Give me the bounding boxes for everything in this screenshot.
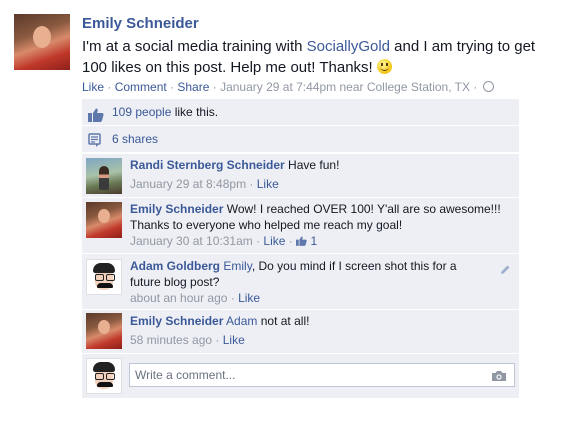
comment-like-count[interactable]: 1 — [296, 234, 317, 248]
separator: · — [166, 80, 178, 94]
post-text-part: I'm at a social media training with — [82, 38, 307, 55]
comment-post-link[interactable]: Comment — [115, 80, 167, 94]
likes-suffix: like this. — [171, 105, 219, 119]
sociallygold-page-link[interactable]: SociallyGold — [307, 38, 390, 55]
pencil-icon[interactable] — [500, 264, 511, 278]
comment-input[interactable] — [129, 363, 515, 387]
mention-link[interactable]: Adam — [226, 314, 257, 328]
commenter-avatar[interactable] — [86, 313, 122, 349]
post-text: I'm at a social media training with Soci… — [82, 36, 542, 78]
mention-link[interactable]: Emily — [223, 259, 251, 273]
comment-meta: 58 minutes ago · Like — [130, 333, 245, 347]
post-actions-bar: Like · Comment · Share · January 29 at 7… — [82, 80, 494, 94]
separator: · — [104, 80, 115, 94]
smiley-icon — [376, 59, 392, 74]
comment-body: Emily Schneider Adam not at all! 58 minu… — [130, 313, 510, 348]
commenter-avatar[interactable] — [86, 202, 122, 238]
commenter-name[interactable]: Emily Schneider — [130, 314, 223, 328]
likes-count-link[interactable]: 109 people — [112, 105, 171, 119]
comment-time[interactable]: January 30 at 10:31am — [130, 234, 253, 248]
author-avatar[interactable] — [14, 14, 70, 70]
comment-item: Emily Schneider Wow! I reached OVER 100!… — [82, 197, 519, 253]
camera-icon[interactable] — [491, 369, 507, 387]
comment-meta: about an hour ago · Like — [130, 291, 261, 305]
comment-like-link[interactable]: Like — [257, 177, 279, 191]
likes-text: 109 people like this. — [112, 99, 218, 125]
thumbs-up-icon — [296, 236, 307, 246]
commenter-name[interactable]: Adam Goldberg — [130, 259, 220, 273]
feedback-panel: 109 people like this. 6 shares Randi Ste… — [82, 99, 519, 398]
comment-item: Emily Schneider Adam not at all! 58 minu… — [82, 309, 519, 353]
shares-link[interactable]: 6 shares — [112, 126, 158, 152]
comment-body: Randi Sternberg Schneider Have fun! Janu… — [130, 157, 510, 192]
comment-time[interactable]: 58 minutes ago — [130, 333, 212, 347]
globe-icon[interactable] — [482, 81, 494, 92]
separator: · — [209, 80, 221, 94]
commenter-name[interactable]: Randi Sternberg Schneider — [130, 158, 285, 172]
comment-time[interactable]: January 29 at 8:48pm — [130, 177, 246, 191]
comment-like-link[interactable]: Like — [238, 291, 260, 305]
comment-meta: January 30 at 10:31am · Like · 1 — [130, 234, 318, 248]
commenter-name[interactable]: Emily Schneider — [130, 202, 223, 216]
comment-meta: January 29 at 8:48pm · Like — [130, 177, 279, 191]
comment-text: Have fun! — [284, 158, 340, 172]
comment-like-link[interactable]: Like — [223, 333, 245, 347]
current-user-avatar[interactable] — [86, 358, 122, 394]
post-timestamp[interactable]: January 29 at 7:44pm near College Statio… — [220, 80, 470, 94]
post-author-name[interactable]: Emily Schneider — [82, 15, 199, 32]
comment-body: Emily Schneider Wow! I reached OVER 100!… — [130, 201, 510, 249]
like-post-link[interactable]: Like — [82, 80, 104, 94]
comment-composer — [82, 353, 519, 398]
commenter-avatar[interactable] — [86, 158, 122, 194]
separator: · — [470, 80, 481, 94]
comment-like-link[interactable]: Like — [263, 234, 285, 248]
comment-item: Randi Sternberg Schneider Have fun! Janu… — [82, 153, 519, 197]
like-count-value: 1 — [310, 234, 318, 248]
comment-time[interactable]: about an hour ago — [130, 291, 227, 305]
comment-item: Adam Goldberg Emily, Do you mind if I sc… — [82, 253, 519, 309]
likes-summary: 109 people like this. — [82, 99, 519, 126]
comment-body: Adam Goldberg Emily, Do you mind if I sc… — [130, 258, 490, 306]
shares-summary: 6 shares — [82, 126, 519, 153]
share-post-link[interactable]: Share — [177, 80, 209, 94]
commenter-avatar[interactable] — [86, 259, 122, 295]
comment-text: not at all! — [257, 314, 310, 328]
